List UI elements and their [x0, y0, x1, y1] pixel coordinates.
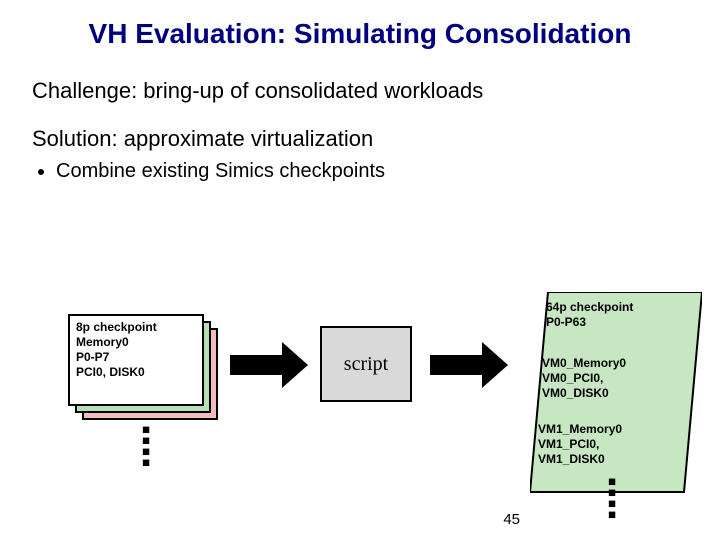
- script-box: script: [320, 326, 412, 402]
- bullet-combine: Combine existing Simics checkpoints: [56, 156, 688, 187]
- vm0-l2: VM0_PCI0,: [542, 371, 698, 386]
- script-label: script: [344, 353, 388, 376]
- vertical-dots-right: ▪ ▪ ▪ ▪: [604, 476, 620, 520]
- challenge-line: Challenge: bring-up of consolidated work…: [32, 74, 688, 108]
- bullet-list: Combine existing Simics checkpoints: [32, 156, 688, 187]
- vm0-l1: VM0_Memory0: [542, 356, 698, 371]
- arrow-right: [430, 342, 508, 388]
- vertical-dots-left: ▪ ▪ ▪ ▪: [138, 424, 154, 468]
- ck-line1: 8p checkpoint: [76, 320, 196, 335]
- diagram: 8p checkpoint Memory0 P0-P7 PCI0, DISK0 …: [0, 290, 720, 500]
- ck-line2: Memory0: [76, 335, 196, 350]
- checkpoint-stack: 8p checkpoint Memory0 P0-P7 PCI0, DISK0: [68, 314, 214, 416]
- vm1-l3: VM1_DISK0: [538, 452, 694, 467]
- solution-line: Solution: approximate virtualization: [32, 122, 688, 156]
- stack-layer-front: 8p checkpoint Memory0 P0-P7 PCI0, DISK0: [68, 314, 204, 406]
- vm1-l2: VM1_PCI0,: [538, 437, 694, 452]
- slide-body: Challenge: bring-up of consolidated work…: [0, 50, 720, 187]
- arrow-left: [230, 342, 308, 388]
- ck-line3: P0-P7: [76, 350, 196, 365]
- slide-title: VH Evaluation: Simulating Consolidation: [0, 0, 720, 50]
- vm1-l1: VM1_Memory0: [538, 422, 694, 437]
- slide-number: 45: [503, 511, 520, 528]
- rh-line2: P0-P63: [546, 315, 702, 330]
- result-vm1: VM1_Memory0 VM1_PCI0, VM1_DISK0: [538, 422, 694, 467]
- vm0-l3: VM0_DISK0: [542, 386, 698, 401]
- result-vm0: VM0_Memory0 VM0_PCI0, VM0_DISK0: [542, 356, 698, 401]
- rh-line1: 64p checkpoint: [546, 300, 702, 315]
- ck-line4: PCI0, DISK0: [76, 365, 196, 380]
- result-header: 64p checkpoint P0-P63: [546, 300, 702, 330]
